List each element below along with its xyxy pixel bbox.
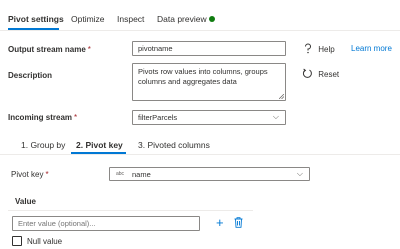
plus-icon[interactable]: + [216,216,224,229]
tab-optimize[interactable]: Optimize [71,14,105,24]
string-type-icon: abc [116,171,125,177]
description-label: Description [8,71,53,80]
help-link[interactable]: Help [303,43,335,54]
tab-pivot-key[interactable]: 2. Pivot key [76,140,123,150]
output-stream-name-input[interactable] [132,41,286,56]
incoming-stream-select[interactable]: filterParcels ⌵ [132,110,286,125]
tab-pivot-settings[interactable]: Pivot settings [8,14,64,24]
question-icon [305,43,311,54]
reset-icon [302,68,312,78]
chevron-down-icon: ⌵ [272,112,279,121]
tab-inspect[interactable]: Inspect [117,14,144,24]
tab-pivoted-columns[interactable]: 3. Pivoted columns [138,140,210,150]
reset-button[interactable]: Reset [302,68,339,79]
tab-group-by[interactable]: 1. Group by [21,140,65,150]
subtab-divider [0,154,400,155]
tab-data-preview[interactable]: Data preview [157,14,207,24]
value-header-divider [8,210,253,211]
pivot-key-select[interactable]: abc name ⌵ [109,167,310,181]
value-header: Value [15,197,36,206]
pivot-key-label: Pivot key * [11,170,49,179]
output-stream-name-label: Output stream name * [8,45,91,54]
status-dot [209,16,215,22]
trash-icon[interactable] [234,217,243,228]
resize-handle-icon[interactable] [279,94,284,99]
null-value-checkbox[interactable] [12,236,22,246]
null-value-label: Null value [27,237,63,246]
value-input[interactable] [12,216,200,231]
description-textarea[interactable]: Pivots row values into columns, groups c… [132,63,286,101]
incoming-stream-label: Incoming stream * [8,113,78,122]
tab-divider [0,30,400,31]
chevron-down-icon: ⌵ [296,169,303,178]
pivot-key-value: name [132,170,151,179]
learn-more-link[interactable]: Learn more [351,44,392,53]
incoming-stream-value: filterParcels [138,113,178,122]
